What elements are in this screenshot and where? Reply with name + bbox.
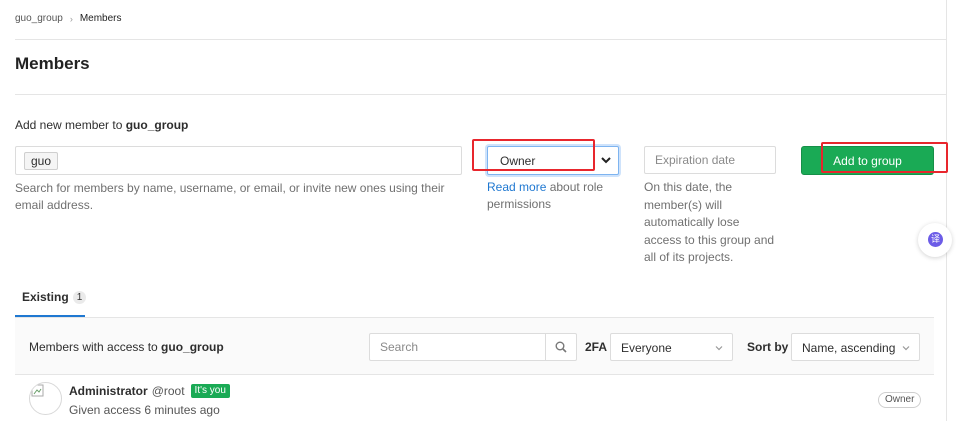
member-search-help: Search for members by name, username, or… xyxy=(15,181,445,212)
expiration-help: On this date, the member(s) will automat… xyxy=(644,180,775,264)
chevron-down-icon xyxy=(902,346,910,351)
chevron-down-icon xyxy=(715,346,723,351)
read-more-link[interactable]: Read more xyxy=(487,180,546,194)
member-token[interactable]: guo xyxy=(24,152,59,170)
member-name-row: Administrator @root It's you xyxy=(69,384,230,398)
add-member-group-name: guo_group xyxy=(125,118,189,132)
broken-image-icon xyxy=(31,384,44,397)
divider xyxy=(15,39,946,40)
translate-icon: 译 xyxy=(928,232,943,247)
member-search-input[interactable]: guo xyxy=(15,146,462,175)
tab-existing[interactable]: Existing 1 xyxy=(15,284,87,317)
members-panel-title-prefix: Members with access to xyxy=(29,340,162,354)
highlight-box-role xyxy=(472,139,595,171)
add-member-label: Add new member to guo_group xyxy=(15,118,188,132)
breadcrumb: guo_group › Members xyxy=(15,13,122,24)
add-member-label-prefix: Add new member to xyxy=(15,118,126,132)
highlight-box-add xyxy=(821,142,948,173)
twofa-filter-value: Everyone xyxy=(621,341,672,355)
member-access-time: Given access 6 minutes ago xyxy=(69,403,220,417)
tab-existing-count: 1 xyxy=(72,291,87,304)
expiration-date-input[interactable] xyxy=(644,146,776,174)
search-button[interactable] xyxy=(545,334,576,360)
sort-value: Name, ascending xyxy=(802,341,896,355)
divider xyxy=(15,94,946,95)
member-name[interactable]: Administrator xyxy=(69,384,148,398)
avatar[interactable] xyxy=(29,382,62,415)
twofa-label: 2FA xyxy=(585,340,608,354)
breadcrumb-group-link[interactable]: guo_group xyxy=(15,13,63,24)
sort-label: Sort by xyxy=(747,340,789,354)
members-panel-title: Members with access to guo_group xyxy=(29,340,224,354)
sort-select[interactable]: Name, ascending xyxy=(791,333,920,361)
breadcrumb-current: Members xyxy=(79,13,122,24)
member-role-badge: Owner xyxy=(878,392,922,408)
role-help: Read more about role permissions xyxy=(487,179,617,213)
chevron-down-icon xyxy=(601,157,611,164)
members-panel-group-name: guo_group xyxy=(161,340,224,354)
translate-float-button[interactable]: 译 xyxy=(918,223,952,257)
its-you-badge: It's you xyxy=(190,384,230,398)
page-scrollbar[interactable] xyxy=(946,0,947,421)
page-title: Members xyxy=(15,54,90,73)
members-search-input[interactable] xyxy=(370,334,546,360)
tab-existing-label: Existing xyxy=(22,290,69,304)
member-username: @root xyxy=(151,384,185,398)
chevron-right-icon: › xyxy=(69,13,73,24)
members-search xyxy=(369,333,577,361)
search-icon xyxy=(555,341,567,353)
twofa-filter-select[interactable]: Everyone xyxy=(610,333,733,361)
